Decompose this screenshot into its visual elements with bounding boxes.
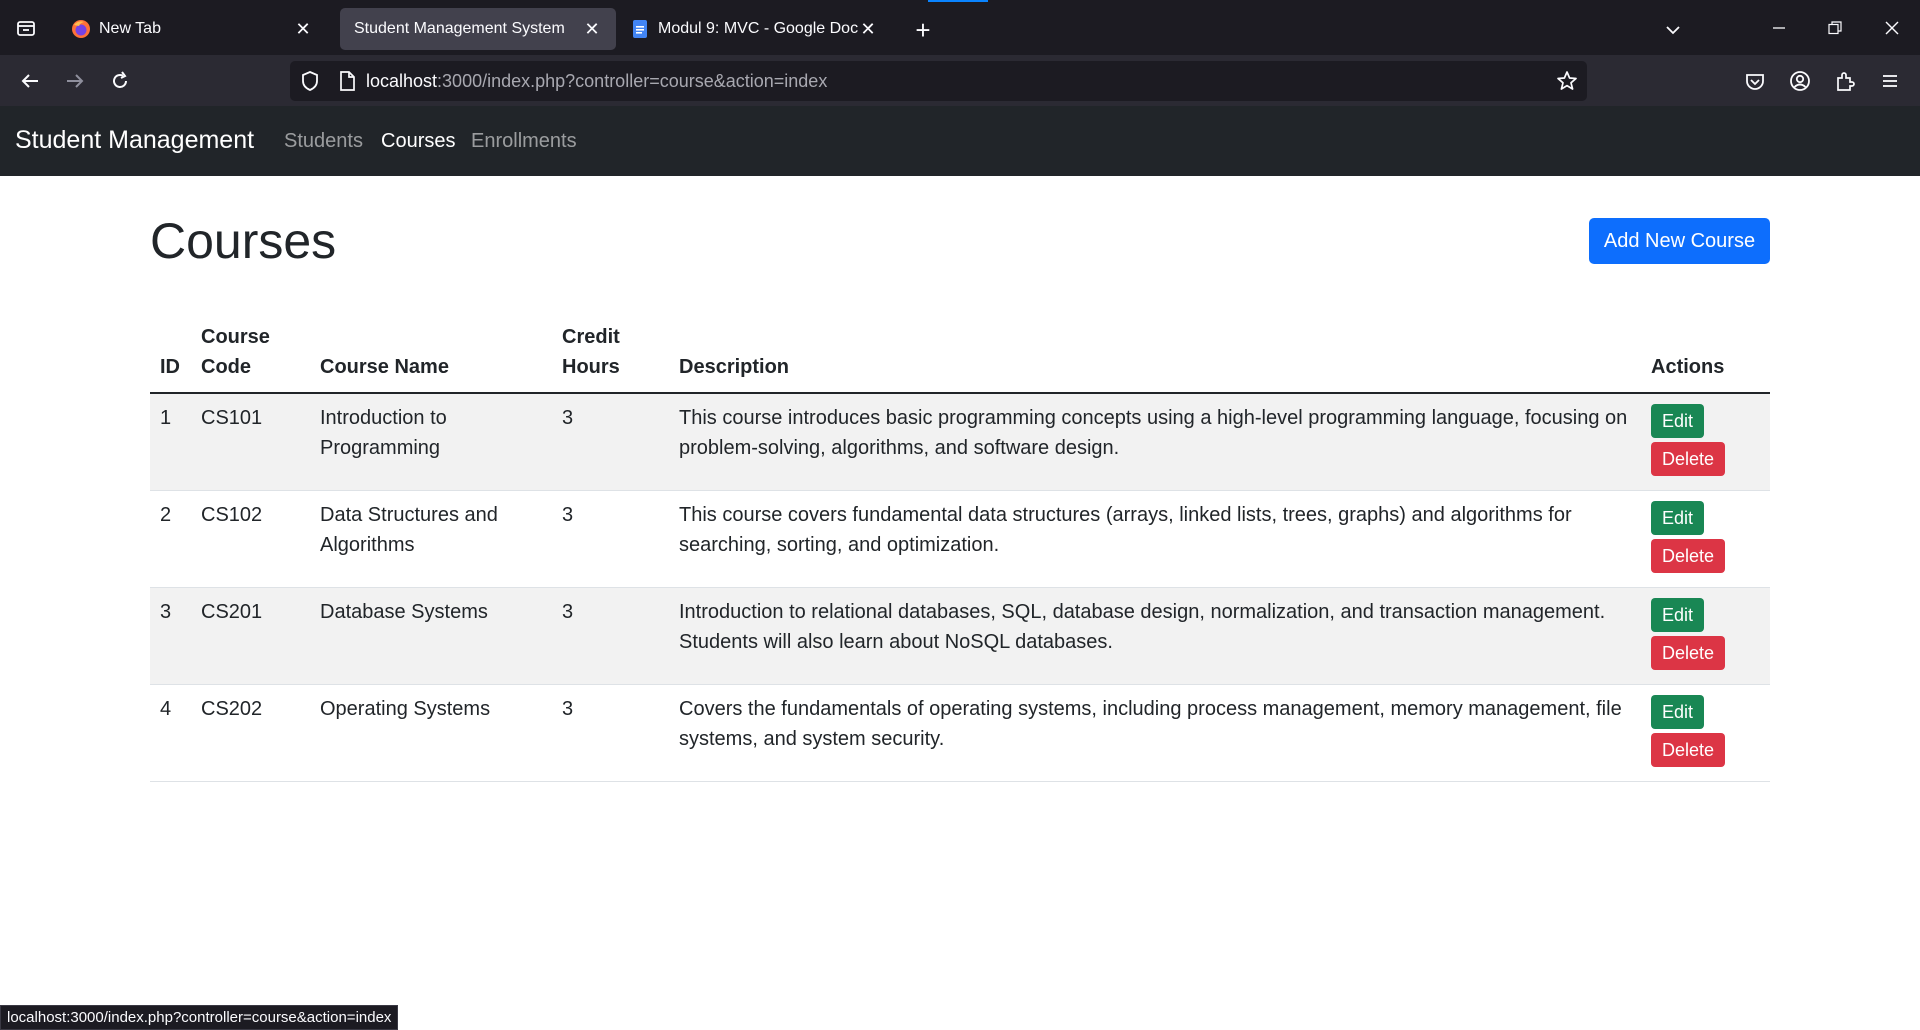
shield-icon[interactable] (298, 69, 322, 93)
cell-description: Introduction to relational databases, SQ… (669, 587, 1641, 685)
table-row: 3 CS201 Database Systems 3 Introduction … (150, 587, 1770, 685)
minimize-icon[interactable] (1751, 0, 1807, 55)
extensions-icon[interactable] (1825, 61, 1865, 101)
browser-tab-bar: New Tab ✕ Student Management System ✕ Mo… (0, 0, 1920, 55)
table-header-row: ID Course Code Course Name Credit Hours De… (150, 314, 1770, 394)
new-tab-icon[interactable]: + (905, 12, 941, 48)
tab-student-management[interactable]: Student Management System ✕ (340, 8, 616, 50)
cell-credits: 3 (552, 490, 669, 588)
address-bar[interactable]: localhost:3000/index.php?controller=cour… (290, 61, 1587, 101)
cell-id: 2 (150, 490, 191, 588)
cell-name: Database Systems (310, 587, 552, 685)
delete-button[interactable]: Delete (1651, 442, 1726, 476)
browser-toolbar: localhost:3000/index.php?controller=cour… (0, 55, 1920, 106)
delete-button[interactable]: Delete (1651, 635, 1726, 670)
status-bar-url: localhost:3000/index.php?controller=cour… (0, 1005, 399, 1030)
nav-link-courses[interactable]: Courses (381, 130, 455, 153)
column-header-description: Description (669, 314, 1641, 394)
column-header-id: ID (150, 314, 191, 394)
restore-icon[interactable] (1807, 0, 1863, 55)
column-header-credits-line1: Credit (562, 326, 620, 348)
account-icon[interactable] (1780, 61, 1820, 101)
cell-credits: 3 (552, 684, 669, 782)
url-text[interactable]: localhost:3000/index.php?controller=cour… (366, 71, 827, 92)
edit-button[interactable]: Edit (1651, 404, 1705, 438)
cell-code: CS102 (191, 490, 310, 588)
tab-new-tab[interactable]: New Tab ✕ (57, 8, 327, 50)
tab-title: Student Management System (354, 20, 565, 37)
column-header-code: Course Code (191, 314, 310, 394)
page-icon (336, 70, 358, 92)
site-navbar: Student Management Students Courses Enro… (0, 106, 1920, 176)
tab-google-docs[interactable]: Modul 9: MVC - Google Docs ✕ (616, 8, 892, 50)
edit-button[interactable]: Edit (1651, 694, 1705, 729)
close-tab-icon[interactable]: ✕ (858, 19, 878, 39)
nav-link-students[interactable]: Students (284, 130, 363, 153)
chevron-down-icon[interactable] (1655, 12, 1691, 48)
close-window-icon[interactable] (1864, 0, 1920, 55)
tab-list-icon[interactable] (0, 0, 52, 55)
cell-description: This course covers fundamental data stru… (669, 490, 1641, 588)
url-path: :3000/index.php?controller=course&action… (437, 71, 828, 91)
back-arrow-icon[interactable] (10, 61, 50, 101)
cell-name: Introduction to Programming (310, 393, 552, 491)
cell-actions: Edit Delete (1641, 587, 1770, 685)
cell-code: CS201 (191, 587, 310, 685)
column-header-credits-line2: Hours (562, 356, 620, 378)
menu-hamburger-icon[interactable] (1870, 61, 1910, 101)
column-header-credits: Credit Hours (552, 314, 669, 394)
pocket-icon[interactable] (1735, 61, 1775, 101)
site-brand[interactable]: Student Management (15, 126, 254, 155)
firefox-icon (71, 19, 91, 39)
bookmark-star-icon[interactable] (1555, 69, 1579, 93)
forward-arrow-icon[interactable] (55, 61, 95, 101)
cell-name: Operating Systems (310, 684, 552, 782)
cell-actions: Edit Delete (1641, 393, 1770, 491)
table-row: 1 CS101 Introduction to Programming 3 Th… (150, 393, 1770, 491)
tab-title: New Tab (99, 20, 161, 37)
nav-link-enrollments[interactable]: Enrollments (471, 130, 577, 153)
cell-name: Data Structures and Algorithms (310, 490, 552, 588)
cell-code: CS101 (191, 393, 310, 491)
cell-id: 4 (150, 684, 191, 782)
courses-table: ID Course Code Course Name Credit Hours De… (150, 314, 1770, 782)
cell-credits: 3 (552, 587, 669, 685)
cell-actions: Edit Delete (1641, 684, 1770, 782)
column-header-name: Course Name (310, 314, 552, 394)
edit-button[interactable]: Edit (1651, 597, 1705, 632)
tab-title: Modul 9: MVC - Google Docs (658, 20, 858, 37)
close-tab-icon[interactable]: ✕ (582, 19, 602, 39)
cell-description: This course introduces basic programming… (669, 393, 1641, 491)
cell-id: 1 (150, 393, 191, 491)
delete-button[interactable]: Delete (1651, 538, 1726, 573)
cell-code: CS202 (191, 684, 310, 782)
delete-button[interactable]: Delete (1651, 732, 1726, 767)
cell-actions: Edit Delete (1641, 490, 1770, 588)
close-tab-icon[interactable]: ✕ (293, 19, 313, 39)
table-row: 4 CS202 Operating Systems 3 Covers the f… (150, 684, 1770, 782)
cell-description: Covers the fundamentals of operating sys… (669, 684, 1641, 782)
page-title: Courses (150, 213, 337, 269)
reload-icon[interactable] (100, 61, 140, 101)
table-row: 2 CS102 Data Structures and Algorithms 3… (150, 490, 1770, 588)
url-host: localhost (366, 71, 438, 91)
add-course-button[interactable]: Add New Course (1589, 218, 1770, 264)
cell-id: 3 (150, 587, 191, 685)
column-header-actions: Actions (1641, 314, 1770, 394)
column-header-code-line1: Course (201, 326, 270, 348)
google-docs-icon (630, 19, 650, 39)
edit-button[interactable]: Edit (1651, 500, 1705, 535)
column-header-code-line2: Code (201, 356, 251, 378)
tab-indicator (928, 0, 988, 2)
cell-credits: 3 (552, 393, 669, 491)
